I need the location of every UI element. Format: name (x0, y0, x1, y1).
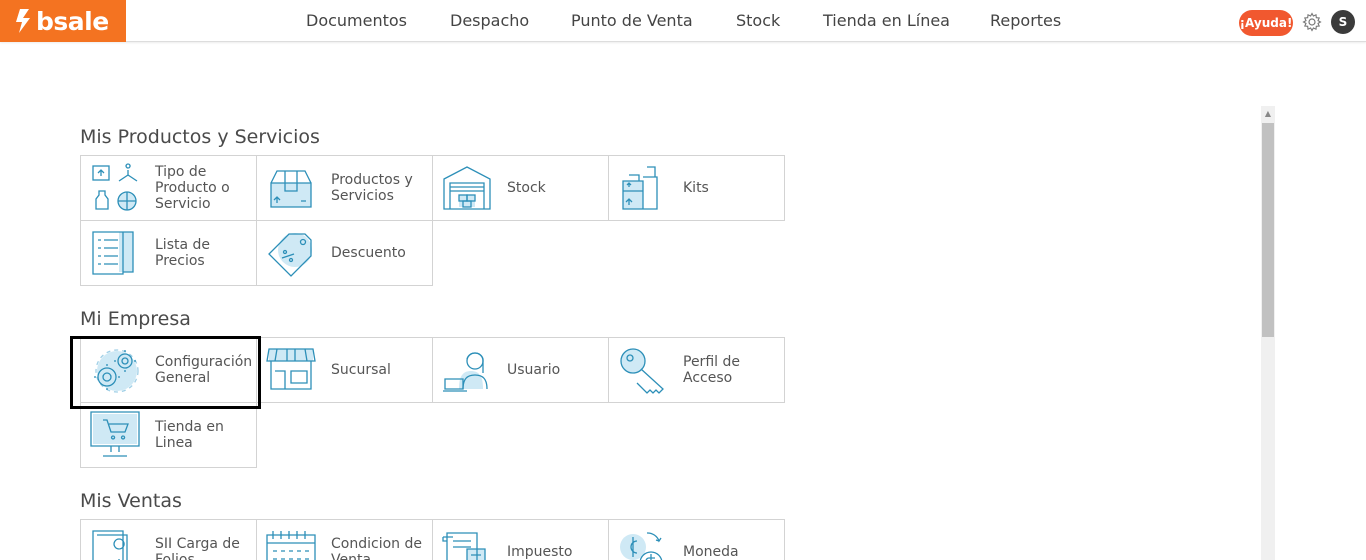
kit-icon (622, 166, 658, 210)
avatar[interactable]: S (1331, 10, 1355, 34)
tile-label: Lista de Precios (155, 237, 211, 269)
scroll-up-arrow[interactable]: ▲ (1261, 106, 1275, 122)
tile-configuracion-general[interactable]: Configuración General (80, 337, 257, 403)
tile-label: Tipo de Producto o Servicio (155, 164, 230, 212)
product-type-icon (92, 163, 138, 211)
brand-name: bsale (36, 6, 109, 36)
discount-tag-icon (268, 233, 312, 277)
tile-perfil-de-acceso[interactable]: Perfil de Acceso (608, 337, 785, 403)
scrollbar-thumb[interactable] (1262, 123, 1274, 337)
tile-tipo-de-producto[interactable]: Tipo de Producto o Servicio (80, 155, 257, 221)
tile-label: Productos y Servicios (331, 172, 413, 204)
tile-condicion-de-venta[interactable]: Condicion de Venta (256, 519, 433, 560)
tile-descuento[interactable]: Descuento (256, 220, 433, 286)
user-laptop-icon (443, 352, 488, 392)
tile-label: Stock (507, 180, 546, 196)
gears-icon (94, 349, 139, 393)
currency-icon (620, 532, 663, 560)
warehouse-icon (443, 166, 491, 210)
tile-moneda[interactable]: Moneda (608, 519, 785, 560)
section-title-ventas: Mis Ventas (80, 490, 182, 512)
bsale-logo[interactable]: bsale (0, 0, 126, 42)
tile-productos-y-servicios[interactable]: Productos y Servicios (256, 155, 433, 221)
tile-label: SII Carga de Folios (155, 536, 240, 560)
stamp-documents-icon (92, 530, 128, 560)
tile-lista-de-precios[interactable]: Lista de Precios (80, 220, 257, 286)
tax-receipt-icon (442, 532, 486, 560)
help-button[interactable]: ¡Ayuda! (1239, 10, 1293, 36)
tile-label: Kits (683, 180, 709, 196)
tile-label: Moneda (683, 544, 739, 560)
nav-tienda-en-linea[interactable]: Tienda en Línea (823, 11, 950, 30)
price-list-icon (92, 231, 134, 275)
online-store-icon (90, 411, 140, 457)
tile-tienda-en-linea[interactable]: Tienda en Linea (80, 402, 257, 468)
tile-sii-carga-de-folios[interactable]: SII Carga de Folios (80, 519, 257, 560)
tile-label: Perfil de Acceso (683, 354, 740, 386)
calendar-icon (266, 531, 316, 560)
tile-label: Sucursal (331, 362, 391, 378)
nav-despacho[interactable]: Despacho (450, 11, 529, 30)
tile-label: Usuario (507, 362, 561, 378)
key-icon (620, 348, 664, 394)
nav-documentos[interactable]: Documentos (306, 11, 407, 30)
nav-punto-de-venta[interactable]: Punto de Venta (571, 11, 693, 30)
tile-label: Condicion de Venta (331, 536, 422, 560)
bsale-logo-icon (16, 9, 30, 33)
section-title-productos: Mis Productos y Servicios (80, 126, 320, 148)
box-icon (270, 170, 312, 208)
tile-label: Configuración General (155, 354, 253, 386)
tile-sucursal[interactable]: Sucursal (256, 337, 433, 403)
tile-label: Descuento (331, 245, 406, 261)
tile-usuario[interactable]: Usuario (432, 337, 609, 403)
nav-stock[interactable]: Stock (736, 11, 780, 30)
tile-stock[interactable]: Stock (432, 155, 609, 221)
nav-reportes[interactable]: Reportes (990, 11, 1061, 30)
store-icon (266, 348, 316, 390)
section-title-empresa: Mi Empresa (80, 308, 191, 330)
top-bar: bsale Documentos Despacho Punto de Venta… (0, 0, 1366, 42)
tile-label: Impuesto (507, 544, 573, 560)
tile-kits[interactable]: Kits (608, 155, 785, 221)
gear-icon[interactable] (1302, 12, 1322, 32)
tile-label: Tienda en Linea (155, 419, 224, 451)
tile-impuesto[interactable]: Impuesto (432, 519, 609, 560)
